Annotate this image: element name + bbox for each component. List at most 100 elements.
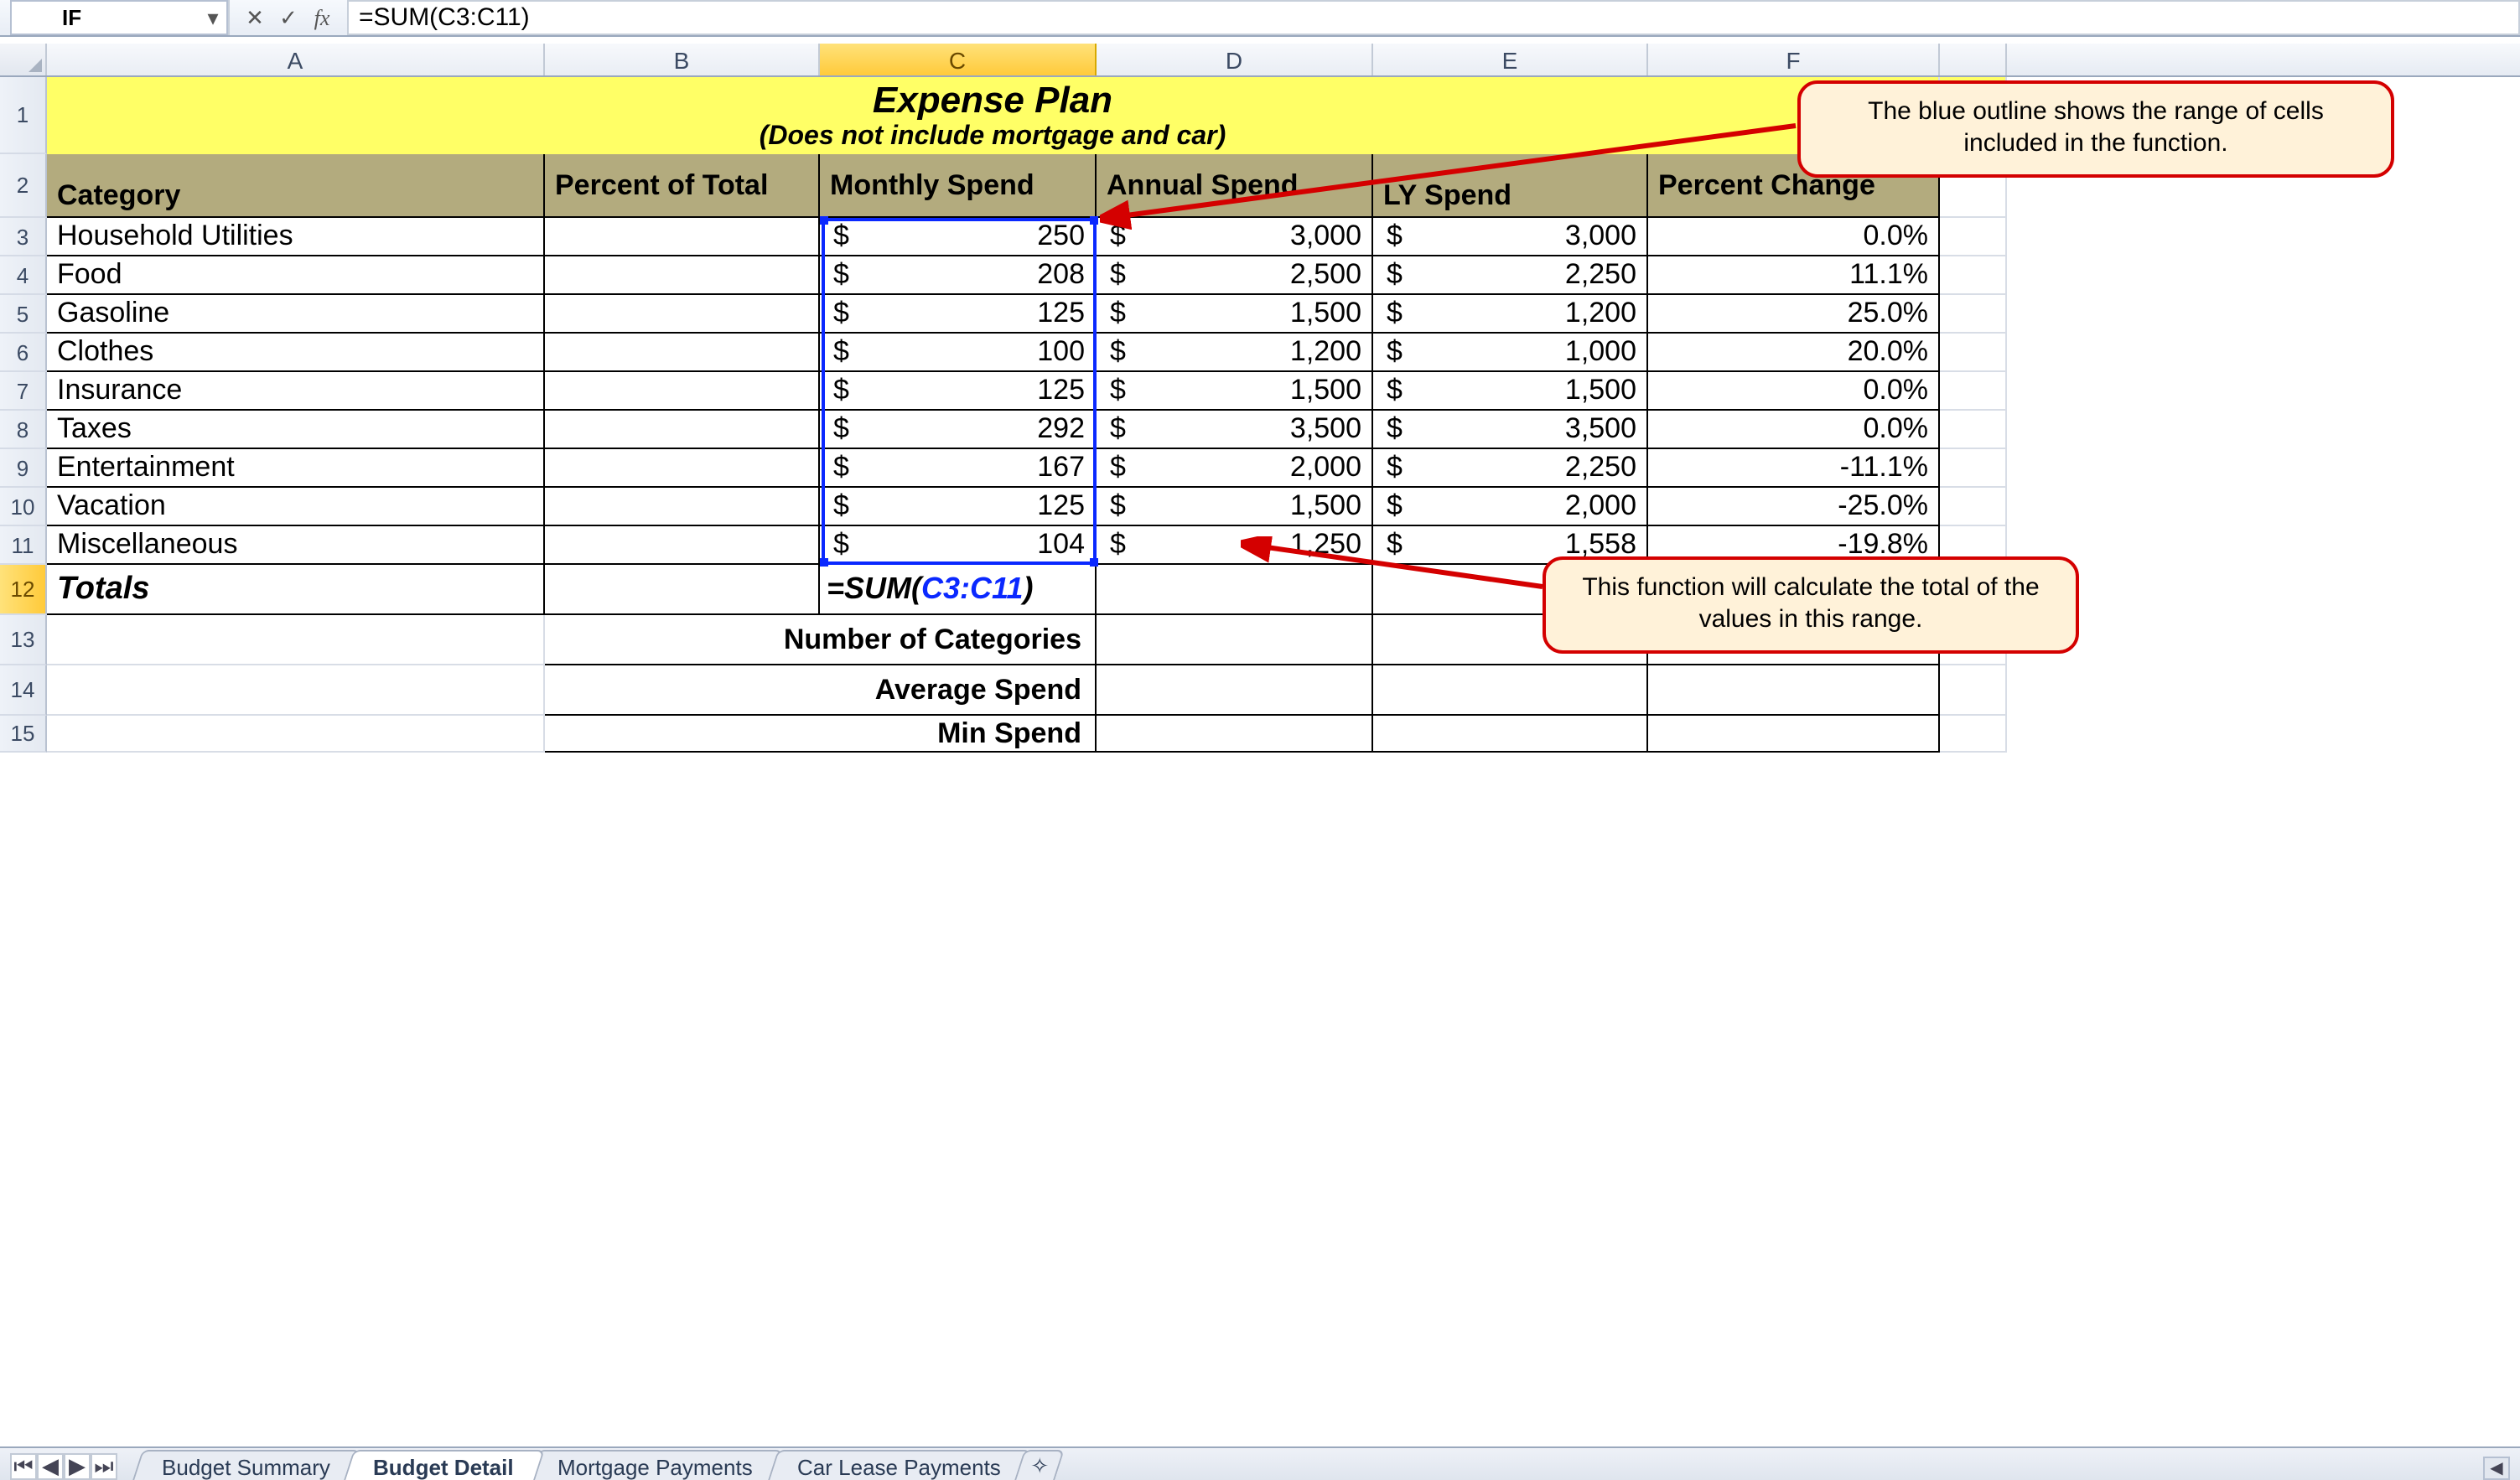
cell-G14[interactable] (1940, 665, 2007, 716)
cell-D15[interactable] (1097, 716, 1373, 753)
cell-D14[interactable] (1097, 665, 1373, 716)
cell-G6[interactable] (1940, 334, 2007, 372)
tab-mortgage-payments[interactable]: Mortgage Payments (529, 1450, 784, 1480)
row-header-1[interactable]: 1 (0, 77, 47, 154)
cell-E8[interactable]: $3,500 (1373, 411, 1648, 449)
cell-E14[interactable] (1373, 665, 1648, 716)
new-sheet-button[interactable]: ✧ (1014, 1450, 1065, 1480)
cell-D9[interactable]: $2,000 (1097, 449, 1373, 488)
cell-G10[interactable] (1940, 488, 2007, 526)
cell-A4[interactable]: Food (47, 256, 545, 295)
col-header-F[interactable]: F (1648, 44, 1940, 75)
tab-first-button[interactable]: ⏮ (10, 1453, 37, 1480)
cell-B6[interactable] (545, 334, 820, 372)
cell-A10[interactable]: Vacation (47, 488, 545, 526)
cell-F7[interactable]: 0.0% (1648, 372, 1940, 411)
cell-C9[interactable]: $167 (820, 449, 1097, 488)
row-header-8[interactable]: 8 (0, 411, 47, 449)
cell-D7[interactable]: $1,500 (1097, 372, 1373, 411)
col-header-A[interactable]: A (47, 44, 545, 75)
cell-C8[interactable]: $292 (820, 411, 1097, 449)
cell-D6[interactable]: $1,200 (1097, 334, 1373, 372)
hscroll-left-button[interactable]: ◀ (2483, 1457, 2510, 1480)
cell-B9[interactable] (545, 449, 820, 488)
cell-F5[interactable]: 25.0% (1648, 295, 1940, 334)
row-header-3[interactable]: 3 (0, 218, 47, 256)
cell-C11[interactable]: $104 (820, 526, 1097, 565)
cell-F4[interactable]: 11.1% (1648, 256, 1940, 295)
title-cell[interactable]: Expense Plan (Does not include mortgage … (47, 77, 1940, 154)
row-header-6[interactable]: 6 (0, 334, 47, 372)
cell-F6[interactable]: 20.0% (1648, 334, 1940, 372)
cell-E5[interactable]: $1,200 (1373, 295, 1648, 334)
min-label[interactable]: Min Spend (545, 716, 1097, 753)
tab-prev-button[interactable]: ◀ (37, 1453, 64, 1480)
cell-E6[interactable]: $1,000 (1373, 334, 1648, 372)
cell-C5[interactable]: $125 (820, 295, 1097, 334)
cell-F15[interactable] (1648, 716, 1940, 753)
cell-F10[interactable]: -25.0% (1648, 488, 1940, 526)
cell-F9[interactable]: -11.1% (1648, 449, 1940, 488)
cell-B5[interactable] (545, 295, 820, 334)
cell-E9[interactable]: $2,250 (1373, 449, 1648, 488)
cell-C3[interactable]: $250 (820, 218, 1097, 256)
formula-input[interactable]: =SUM(C3:C11) (347, 0, 2520, 35)
tab-car-lease-payments[interactable]: Car Lease Payments (767, 1450, 1031, 1480)
col-header-D[interactable]: D (1097, 44, 1373, 75)
cell-G15[interactable] (1940, 716, 2007, 753)
name-box-dropdown-icon[interactable]: ▾ (200, 3, 226, 33)
hdr-monthly-spend[interactable]: Monthly Spend (820, 154, 1097, 218)
row-header-7[interactable]: 7 (0, 372, 47, 411)
cell-E10[interactable]: $2,000 (1373, 488, 1648, 526)
cell-G5[interactable] (1940, 295, 2007, 334)
cell-C4[interactable]: $208 (820, 256, 1097, 295)
grid[interactable]: 1 Expense Plan (Does not include mortgag… (0, 77, 2520, 1446)
cell-G9[interactable] (1940, 449, 2007, 488)
row-header-5[interactable]: 5 (0, 295, 47, 334)
cell-D5[interactable]: $1,500 (1097, 295, 1373, 334)
cell-C12-sum[interactable]: =SUM(C3:C11) (820, 565, 1097, 615)
col-header-B[interactable]: B (545, 44, 820, 75)
cell-C6[interactable]: $100 (820, 334, 1097, 372)
numcat-label[interactable]: Number of Categories (545, 615, 1097, 665)
hdr-category[interactable]: Category (47, 154, 545, 218)
cell-C10[interactable]: $125 (820, 488, 1097, 526)
cell-G7[interactable] (1940, 372, 2007, 411)
tab-last-button[interactable]: ⏭ (91, 1453, 117, 1480)
hdr-percent-total[interactable]: Percent of Total (545, 154, 820, 218)
cell-E7[interactable]: $1,500 (1373, 372, 1648, 411)
cell-E3[interactable]: $3,000 (1373, 218, 1648, 256)
col-header-G[interactable] (1940, 44, 2007, 75)
cell-A13[interactable] (47, 615, 545, 665)
cell-G8[interactable] (1940, 411, 2007, 449)
cell-D8[interactable]: $3,500 (1097, 411, 1373, 449)
enter-formula-button[interactable]: ✓ (273, 3, 303, 33)
cell-F3[interactable]: 0.0% (1648, 218, 1940, 256)
cell-A6[interactable]: Clothes (47, 334, 545, 372)
cell-A14[interactable] (47, 665, 545, 716)
name-box[interactable]: IF ▾ (10, 0, 228, 35)
cell-C7[interactable]: $125 (820, 372, 1097, 411)
cell-D3[interactable]: $3,000 (1097, 218, 1373, 256)
tab-budget-summary[interactable]: Budget Summary (132, 1450, 361, 1480)
cell-D13[interactable] (1097, 615, 1373, 665)
cell-B4[interactable] (545, 256, 820, 295)
cell-D4[interactable]: $2,500 (1097, 256, 1373, 295)
cell-B12[interactable] (545, 565, 820, 615)
cell-F14[interactable] (1648, 665, 1940, 716)
cell-A5[interactable]: Gasoline (47, 295, 545, 334)
cell-B10[interactable] (545, 488, 820, 526)
cell-A3[interactable]: Household Utilities (47, 218, 545, 256)
tab-next-button[interactable]: ▶ (64, 1453, 91, 1480)
cell-B7[interactable] (545, 372, 820, 411)
avg-label[interactable]: Average Spend (545, 665, 1097, 716)
cell-E15[interactable] (1373, 716, 1648, 753)
col-header-C[interactable]: C (820, 44, 1097, 75)
insert-function-button[interactable]: fx (307, 3, 337, 33)
row-header-12[interactable]: 12 (0, 565, 47, 615)
cell-A15[interactable] (47, 716, 545, 753)
row-header-11[interactable]: 11 (0, 526, 47, 565)
row-header-2[interactable]: 2 (0, 154, 47, 218)
cell-A11[interactable]: Miscellaneous (47, 526, 545, 565)
cell-A7[interactable]: Insurance (47, 372, 545, 411)
